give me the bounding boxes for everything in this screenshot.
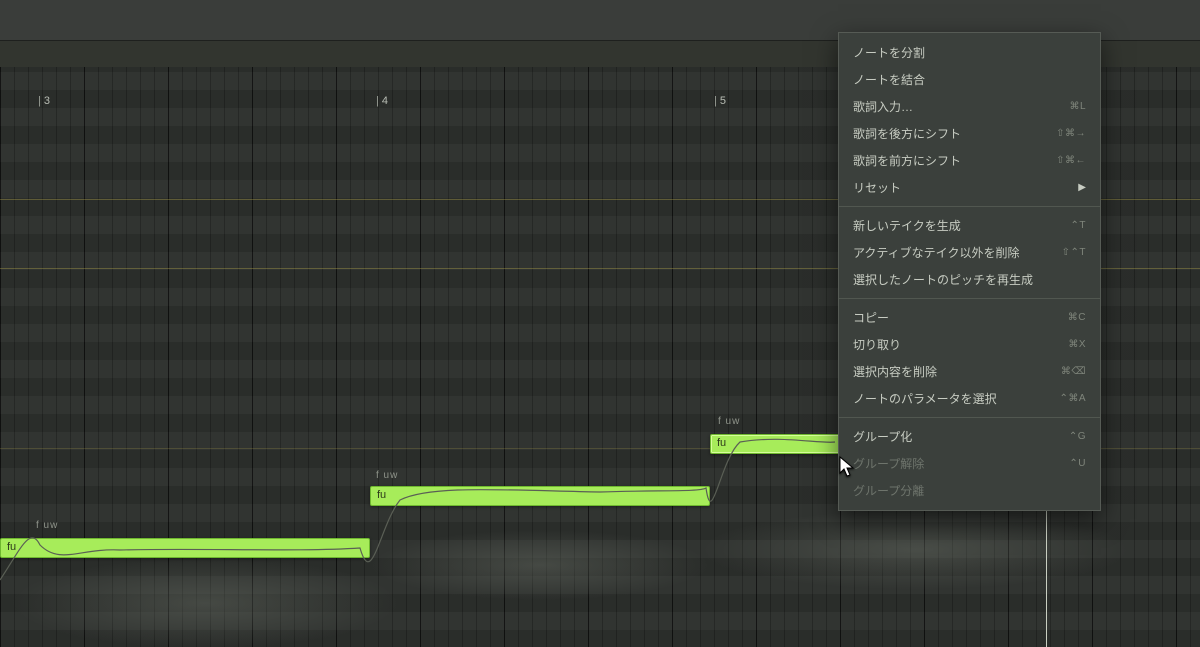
menu-shortcut: ⇧⌘→ bbox=[1056, 128, 1086, 139]
menu-copy[interactable]: コピー ⌘C bbox=[839, 304, 1100, 331]
menu-label: アクティブなテイク以外を削除 bbox=[853, 244, 1019, 261]
menu-shortcut: ⌘X bbox=[1068, 339, 1086, 350]
note-phoneme: f uw bbox=[718, 416, 740, 427]
menu-select-note-params[interactable]: ノートのパラメータを選択 ⌃⌘A bbox=[839, 385, 1100, 412]
menu-merge-notes[interactable]: ノートを結合 bbox=[839, 66, 1100, 93]
menu-label: 切り取り bbox=[853, 336, 901, 353]
menu-ungroup: グループ解除 ⌃U bbox=[839, 450, 1100, 477]
menu-shift-lyrics-forward[interactable]: 歌詞を前方にシフト ⇧⌘← bbox=[839, 147, 1100, 174]
menu-label: 歌詞を前方にシフト bbox=[853, 152, 961, 169]
ruler-mark-4: 4 bbox=[376, 95, 388, 107]
menu-label: ノートを分割 bbox=[853, 44, 925, 61]
menu-new-take[interactable]: 新しいテイクを生成 ⌃T bbox=[839, 212, 1100, 239]
context-menu[interactable]: ノートを分割 ノートを結合 歌詞入力… ⌘L 歌詞を後方にシフト ⇧⌘→ 歌詞を… bbox=[838, 32, 1101, 511]
menu-label: グループ分離 bbox=[853, 482, 924, 499]
ruler-mark-3: 3 bbox=[38, 95, 50, 107]
menu-label: コピー bbox=[853, 309, 889, 326]
menu-lyrics-input[interactable]: 歌詞入力… ⌘L bbox=[839, 93, 1100, 120]
menu-shortcut: ⌘L bbox=[1069, 101, 1086, 112]
menu-shortcut: ⌃T bbox=[1071, 220, 1087, 231]
menu-delete-inactive-takes[interactable]: アクティブなテイク以外を削除 ⇧⌃T bbox=[839, 239, 1100, 266]
piano-roll-editor[interactable]: 3 4 5 f uw fu f uw fu f uw fu ノートを分割 ノート… bbox=[0, 0, 1200, 647]
menu-shortcut: ⇧⌘← bbox=[1056, 155, 1086, 166]
ruler-mark-5: 5 bbox=[714, 95, 726, 107]
menu-shortcut: ⌃U bbox=[1069, 458, 1086, 469]
menu-shift-lyrics-back[interactable]: 歌詞を後方にシフト ⇧⌘→ bbox=[839, 120, 1100, 147]
note-block[interactable]: fu bbox=[0, 538, 370, 558]
menu-label: グループ化 bbox=[853, 428, 912, 445]
menu-split-note[interactable]: ノートを分割 bbox=[839, 39, 1100, 66]
chevron-right-icon: ▶ bbox=[1078, 182, 1086, 193]
menu-shortcut: ⌘⌫ bbox=[1061, 366, 1086, 377]
note-lyric: fu bbox=[7, 541, 16, 553]
menu-label: ノートを結合 bbox=[853, 71, 925, 88]
menu-label: 新しいテイクを生成 bbox=[853, 217, 961, 234]
menu-label: リセット bbox=[853, 179, 901, 196]
menu-label: 歌詞を後方にシフト bbox=[853, 125, 961, 142]
note-lyric: fu bbox=[717, 437, 726, 449]
menu-separator bbox=[839, 298, 1100, 299]
menu-label: 歌詞入力… bbox=[853, 98, 913, 115]
menu-group-separate: グループ分離 bbox=[839, 477, 1100, 504]
menu-cut[interactable]: 切り取り ⌘X bbox=[839, 331, 1100, 358]
note-phoneme: f uw bbox=[36, 520, 58, 531]
menu-delete-selection[interactable]: 選択内容を削除 ⌘⌫ bbox=[839, 358, 1100, 385]
note-block[interactable]: fu bbox=[370, 486, 710, 506]
menu-label: 選択内容を削除 bbox=[853, 363, 937, 380]
menu-shortcut: ⌃G bbox=[1069, 431, 1086, 442]
menu-label: ノートのパラメータを選択 bbox=[853, 390, 997, 407]
menu-separator bbox=[839, 417, 1100, 418]
note-phoneme: f uw bbox=[376, 470, 398, 481]
menu-label: グループ解除 bbox=[853, 455, 924, 472]
menu-shortcut: ⌃⌘A bbox=[1059, 393, 1086, 404]
note-lyric: fu bbox=[377, 489, 386, 501]
menu-regenerate-pitch[interactable]: 選択したノートのピッチを再生成 bbox=[839, 266, 1100, 293]
menu-shortcut: ⇧⌃T bbox=[1062, 247, 1086, 258]
menu-label: 選択したノートのピッチを再生成 bbox=[853, 271, 1033, 288]
menu-shortcut: ⌘C bbox=[1068, 312, 1086, 323]
menu-group[interactable]: グループ化 ⌃G bbox=[839, 423, 1100, 450]
menu-separator bbox=[839, 206, 1100, 207]
menu-reset[interactable]: リセット ▶ bbox=[839, 174, 1100, 201]
